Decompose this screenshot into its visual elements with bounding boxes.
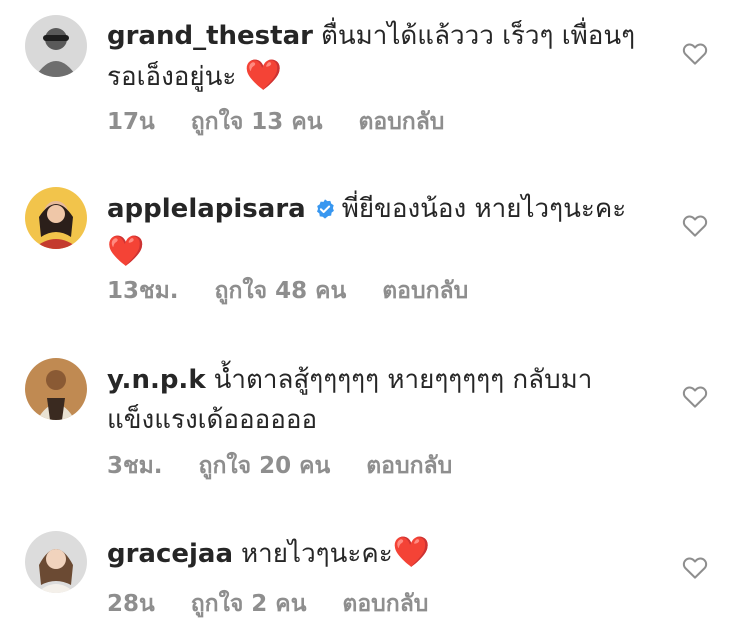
heart-emoji: ❤️	[392, 535, 431, 570]
comment-meta: 28น ถูกใจ 2 คน ตอบกลับ	[107, 586, 464, 622]
avatar-photo-icon	[25, 187, 87, 249]
comment-text: หายไวๆนะคะ	[241, 539, 393, 569]
comment-time: 13ชม.	[107, 278, 179, 304]
comment-meta: 17น ถูกใจ 13 คน ตอบกลับ	[107, 104, 480, 140]
heart-emoji: ❤️	[244, 58, 282, 93]
comment-body: y.n.p.k น้ำตาลสู้ๆๆๆๆๆ หายๆๆๆๆๆ กลับมาแข็…	[107, 360, 637, 440]
heart-outline-icon	[682, 557, 708, 579]
like-button[interactable]	[680, 38, 710, 68]
comment-body: grand_thestar ตื่นมาได้แล้ววว เร็วๆ เพื่อ…	[107, 16, 637, 97]
avatar[interactable]	[25, 358, 87, 420]
comment-meta: 3ชม. ถูกใจ 20 คน ตอบกลับ	[107, 448, 488, 484]
heart-outline-icon	[682, 386, 708, 408]
verified-badge-icon	[314, 192, 336, 232]
heart-outline-icon	[682, 43, 708, 65]
comment-username[interactable]: gracejaa	[107, 539, 233, 569]
avatar[interactable]	[25, 531, 87, 593]
comment-body: applelapisara พี่ยีของน้อง หายไวๆนะคะ ❤️	[107, 189, 637, 273]
comment-likes[interactable]: ถูกใจ 48 คน	[215, 278, 347, 304]
reply-button[interactable]: ตอบกลับ	[366, 453, 452, 479]
comment-body: gracejaa หายไวๆนะคะ❤️	[107, 533, 637, 574]
comment-username[interactable]: applelapisara	[107, 194, 306, 224]
comment-time: 28น	[107, 591, 155, 617]
comment-meta: 13ชม. ถูกใจ 48 คน ตอบกลับ	[107, 273, 504, 309]
comment-time: 17น	[107, 109, 155, 135]
avatar-photo-icon	[25, 531, 87, 593]
like-button[interactable]	[680, 210, 710, 240]
reply-button[interactable]: ตอบกลับ	[342, 591, 428, 617]
like-button[interactable]	[680, 381, 710, 411]
comment-username[interactable]: y.n.p.k	[107, 365, 206, 395]
comment-likes[interactable]: ถูกใจ 13 คน	[191, 109, 323, 135]
comment-likes[interactable]: ถูกใจ 2 คน	[191, 591, 307, 617]
comment-text: พี่ยีของน้อง หายไวๆนะคะ	[341, 194, 627, 224]
comment-username[interactable]: grand_thestar	[107, 21, 313, 51]
avatar[interactable]	[25, 15, 87, 77]
heart-outline-icon	[682, 215, 708, 237]
comment-likes[interactable]: ถูกใจ 20 คน	[199, 453, 331, 479]
heart-emoji: ❤️	[107, 234, 145, 269]
avatar[interactable]	[25, 187, 87, 249]
comment-time: 3ชม.	[107, 453, 163, 479]
avatar-photo-icon	[25, 358, 87, 420]
reply-button[interactable]: ตอบกลับ	[382, 278, 468, 304]
reply-button[interactable]: ตอบกลับ	[358, 109, 444, 135]
like-button[interactable]	[680, 552, 710, 582]
avatar-photo-icon	[25, 15, 87, 77]
